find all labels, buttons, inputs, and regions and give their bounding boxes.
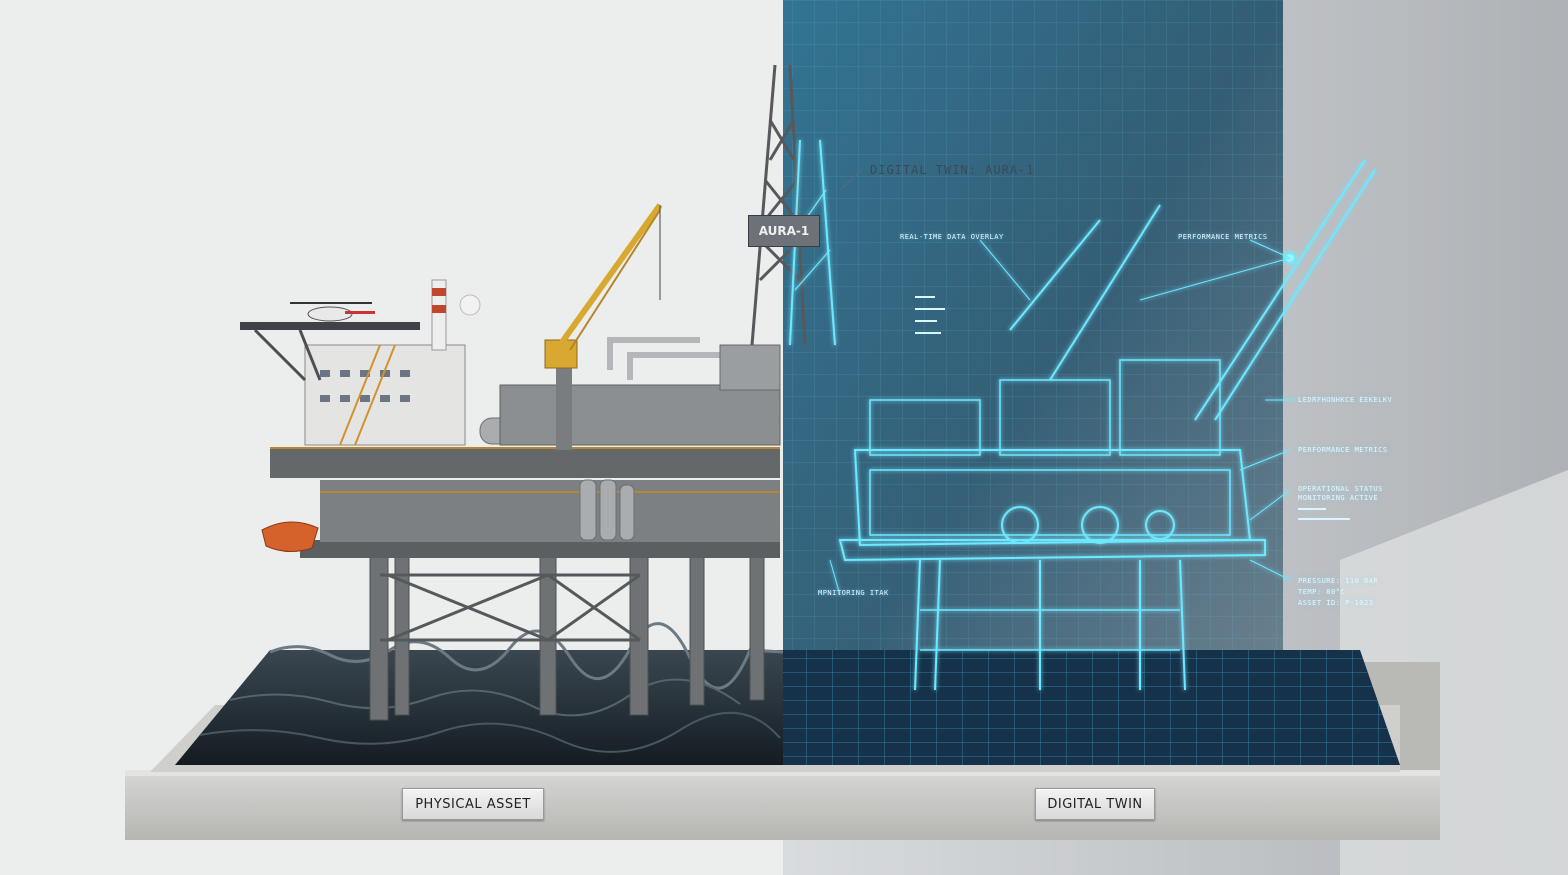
digital-floor-grid [783, 650, 1400, 765]
digital-twin-title: DIGITAL TWIN: AURA-1 [870, 163, 1035, 177]
digital-twin-plaque: DIGITAL TWIN [1035, 788, 1155, 820]
rig-sign: AURA-1 [748, 215, 820, 247]
pressure-readout: PRESSURE: 110 BAR [1298, 577, 1379, 585]
monitoring-active-label: MONITORING ACTIVE [1298, 494, 1379, 502]
garbled-label: LEDRFHONHKCE EEKELKV [1298, 396, 1393, 404]
physical-asset-plaque: PHYSICAL ASSET [402, 788, 544, 820]
performance-metrics-mid-label: PERFORMANCE METRICS [1298, 446, 1388, 454]
realtime-overlay-label: REAL-TIME DATA OVERLAY [900, 233, 1004, 241]
scene [0, 0, 1568, 875]
performance-metrics-top-label: PERFORMANCE METRICS [1178, 233, 1268, 241]
operational-status-label: OPERATIONAL STATUS [1298, 485, 1383, 493]
monitoring-left-label: MPNITORING ITAK [818, 589, 889, 597]
temp-readout: TEMP: 80°C [1298, 588, 1346, 596]
asset-id-readout: ASSET ID: P-1023 [1298, 599, 1374, 607]
